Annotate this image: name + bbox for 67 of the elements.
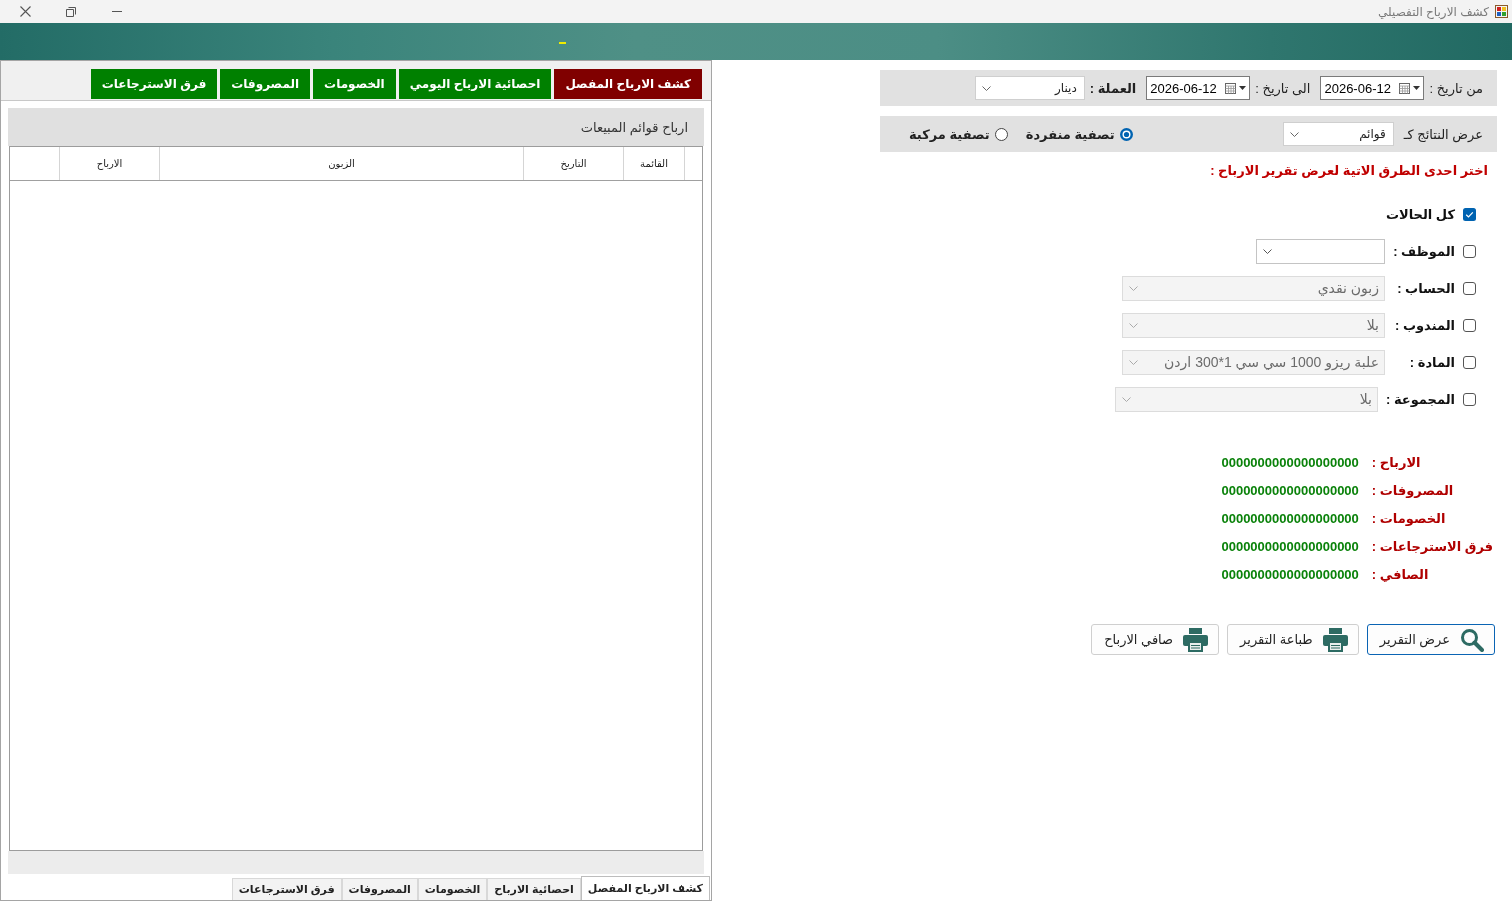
search-icon: [1460, 627, 1484, 652]
close-icon: [19, 6, 31, 17]
printer-icon: [1322, 627, 1348, 652]
chevron-down-icon: [1129, 359, 1138, 365]
chevron-down-icon: [1122, 396, 1131, 402]
filter-label: المندوب :: [1394, 317, 1455, 333]
bottom-tab[interactable]: احصائية الارباح: [487, 878, 581, 900]
to-date-label: الى تاريخ :: [1255, 80, 1311, 96]
column-header[interactable]: الزبون: [328, 158, 355, 169]
chevron-down-icon: [1289, 131, 1299, 137]
caret-icon: [1413, 86, 1421, 90]
chevron-down-icon: [981, 85, 991, 91]
instruction-text: اختر احدى الطرق الاتية لعرض تقرير الارباح :: [1209, 162, 1489, 180]
from-date-picker[interactable]: 2026-06-12: [1320, 76, 1425, 100]
window-title: كشف الارباح التفصيلي: [1378, 4, 1489, 19]
minimize-icon: [112, 11, 122, 12]
report-tab[interactable]: كشف الارباح المفصل: [554, 69, 702, 99]
display-as-label: عرض النتائج كـ: [1403, 126, 1483, 142]
to-date-picker[interactable]: 2026-06-12: [1146, 76, 1251, 100]
filter-label: كل الحالات: [1385, 206, 1455, 222]
column-header[interactable]: الارباح: [96, 158, 123, 169]
print-button[interactable]: صافي الارباح: [1091, 624, 1220, 655]
currency-label: العملة :: [1089, 80, 1137, 96]
caret-icon: [1239, 86, 1247, 90]
report-tab[interactable]: الخصومات: [313, 69, 396, 99]
chevron-down-icon: [1129, 285, 1138, 291]
bottom-tab[interactable]: المصروفات: [341, 878, 418, 900]
total-label: المصروفات :: [1371, 482, 1455, 500]
app-icon: [1495, 5, 1508, 18]
calendar-icon: [1399, 82, 1411, 94]
report-tab[interactable]: المصروفات: [220, 69, 311, 99]
total-value: 0000000000000000000: [1221, 482, 1359, 500]
restore-icon: [66, 6, 76, 17]
printer-icon: [1183, 627, 1209, 652]
total-value: 0000000000000000000: [1221, 538, 1359, 556]
bottom-tab[interactable]: الخصومات: [417, 878, 488, 900]
filter-label: الحساب :: [1396, 280, 1455, 296]
total-value: 0000000000000000000: [1221, 454, 1359, 472]
bottom-tab[interactable]: كشف الارباح المفصل: [580, 876, 710, 900]
total-label: الصافي :: [1371, 566, 1430, 584]
total-value: 0000000000000000000: [1221, 566, 1359, 584]
checkbox[interactable]: [1463, 207, 1476, 221]
calendar-icon: [1225, 82, 1237, 94]
filter-label: المادة :: [1408, 354, 1455, 370]
radio-option[interactable]: تصفية مركبة: [909, 126, 1008, 142]
checkbox[interactable]: [1463, 244, 1476, 258]
display-mode-dropdown[interactable]: قوائم: [1282, 122, 1394, 146]
chevron-down-icon: [1263, 248, 1272, 254]
currency-dropdown[interactable]: دينار: [974, 76, 1085, 100]
total-value: 0000000000000000000: [1221, 510, 1359, 528]
chevron-down-icon: [1129, 322, 1138, 328]
column-header[interactable]: التاريخ: [560, 158, 587, 169]
total-label: فرق الاسترجاعات :: [1371, 538, 1493, 556]
total-label: الخصومات :: [1371, 510, 1447, 528]
column-header[interactable]: القائمة: [640, 158, 668, 169]
dash-icon: [559, 42, 566, 44]
filter-label: المجموعة :: [1386, 391, 1455, 407]
report-tab[interactable]: احصائية الارباح اليومي: [398, 69, 552, 99]
report-tab[interactable]: فرق الاسترجاعات: [90, 69, 218, 99]
total-label: الارباح :: [1371, 454, 1422, 472]
radio-option[interactable]: تصفية منفردة: [1025, 126, 1133, 142]
print-button[interactable]: طباعة التقرير: [1227, 624, 1359, 655]
bottom-tab[interactable]: فرق الاسترجاعات: [231, 878, 342, 900]
filter-label: الموظف :: [1393, 243, 1455, 259]
from-date-label: من تاريخ :: [1429, 80, 1483, 96]
panel-title: ارباح قوائم المبيعات: [580, 119, 688, 135]
show-report-button[interactable]: عرض التقرير: [1366, 624, 1495, 655]
